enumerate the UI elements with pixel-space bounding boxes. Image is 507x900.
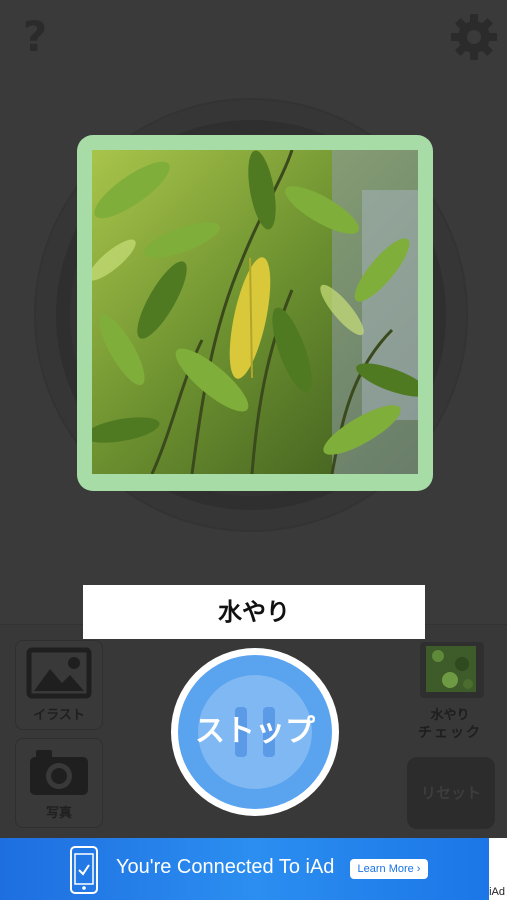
- reset-button[interactable]: リセット: [407, 757, 495, 829]
- watering-label: 水やり: [430, 708, 470, 723]
- ad-text: You're Connected To iAd: [116, 856, 335, 878]
- check-label: チェック: [418, 725, 482, 741]
- iad-logo: iAd: [489, 886, 505, 898]
- photo-frame: [77, 135, 433, 491]
- photo-button[interactable]: 写真: [15, 738, 103, 828]
- photo-label: 写真: [45, 806, 72, 821]
- stop-label: ストップ: [195, 714, 315, 749]
- help-icon[interactable]: ?: [10, 12, 60, 62]
- phone-icon: [70, 846, 98, 894]
- watering-check-thumbnail[interactable]: [420, 642, 484, 698]
- learn-more-button[interactable]: Learn More ›: [350, 859, 428, 879]
- stop-button-ring: ストップ: [178, 655, 332, 809]
- plant-photo: [92, 150, 418, 474]
- gear-icon[interactable]: [449, 12, 499, 62]
- task-label: 水やり: [83, 585, 425, 639]
- plant-thumbnail: [426, 646, 476, 692]
- stop-button[interactable]: ストップ: [171, 648, 339, 816]
- illustration-button[interactable]: イラスト: [15, 640, 103, 730]
- image-icon: [26, 647, 92, 699]
- illustration-label: イラスト: [33, 708, 85, 723]
- ad-banner[interactable]: You're Connected To iAd Learn More › iAd: [0, 838, 507, 900]
- camera-icon: [30, 750, 88, 795]
